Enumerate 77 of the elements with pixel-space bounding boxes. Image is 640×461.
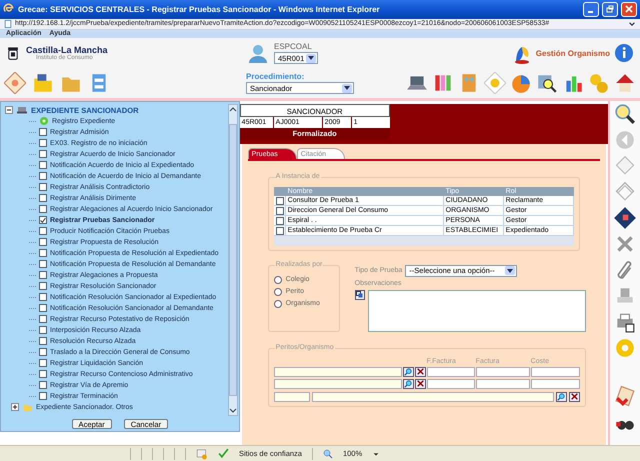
input-field[interactable] — [274, 378, 402, 389]
checkbox[interactable] — [39, 183, 47, 192]
window-title: Grecae: SERVICIOS CENTRALES - Registrar Pruebas Sancionador - Windows Internet Explorer — [18, 4, 381, 14]
logo-title: Castilla-La Mancha — [26, 45, 108, 56]
input-field[interactable] — [426, 366, 475, 377]
expand-button[interactable] — [354, 290, 365, 300]
observations-field[interactable] — [368, 290, 586, 332]
clear-button[interactable] — [568, 392, 580, 402]
checkbox[interactable] — [39, 194, 47, 202]
caret-icon — [507, 268, 514, 273]
checkbox[interactable] — [276, 196, 284, 205]
caret-icon[interactable] — [228, 406, 237, 415]
user-name: ESPCOAL — [274, 42, 313, 52]
checkbox[interactable] — [39, 293, 47, 302]
checkbox[interactable] — [39, 304, 47, 312]
input-field[interactable] — [312, 392, 554, 402]
clear-button[interactable] — [414, 366, 426, 377]
column-header — [274, 186, 286, 196]
checkbox[interactable] — [276, 226, 284, 235]
checkbox[interactable] — [39, 216, 47, 224]
dropdown-icon — [628, 20, 636, 28]
checkbox[interactable] — [39, 161, 47, 170]
caret-icon — [344, 86, 350, 90]
house-icon[interactable] — [614, 72, 636, 94]
checkbox[interactable] — [39, 337, 47, 346]
computer-icon — [16, 105, 28, 116]
checkbox[interactable] — [39, 381, 47, 390]
checkbox[interactable] — [39, 348, 47, 356]
checkbox[interactable] — [39, 326, 47, 334]
folder-icon[interactable] — [32, 72, 54, 94]
checkbox[interactable] — [39, 392, 47, 400]
expand-icon[interactable] — [11, 403, 19, 412]
checkbox[interactable] — [39, 128, 47, 136]
search-button[interactable] — [556, 392, 567, 402]
checkbox[interactable] — [276, 206, 284, 215]
checkbox[interactable] — [39, 359, 47, 368]
restore-icon — [606, 5, 614, 14]
input-field[interactable] — [530, 366, 580, 377]
folder-icon — [22, 402, 33, 412]
collapse-icon[interactable] — [5, 106, 13, 114]
checkbox[interactable] — [39, 139, 47, 148]
close-button[interactable] — [621, 2, 637, 17]
input-field[interactable] — [274, 392, 310, 402]
info-icon — [614, 43, 634, 64]
close-icon — [625, 5, 633, 14]
checkbox[interactable] — [39, 150, 47, 158]
checkbox[interactable] — [39, 260, 47, 268]
checkbox[interactable] — [39, 282, 47, 290]
checkbox[interactable] — [39, 238, 47, 246]
checkbox[interactable] — [39, 249, 47, 258]
input-field[interactable] — [530, 378, 580, 389]
checkbox[interactable] — [39, 315, 47, 324]
lock-icon — [196, 448, 208, 460]
search-button[interactable] — [402, 366, 414, 377]
input-field[interactable] — [476, 378, 530, 389]
checkbox[interactable] — [39, 172, 47, 180]
input-field[interactable] — [426, 378, 475, 389]
page-icon — [4, 20, 12, 28]
checkbox[interactable] — [39, 271, 47, 280]
procedure-label: Procedimiento: — [246, 72, 306, 82]
input-field[interactable] — [476, 366, 530, 377]
minimize-button[interactable] — [583, 2, 599, 17]
search-icon[interactable] — [614, 102, 636, 125]
search-button[interactable] — [402, 378, 414, 389]
zoom-icon — [322, 448, 333, 459]
checkbox[interactable] — [39, 205, 47, 214]
restore-button[interactable] — [602, 2, 618, 17]
check-icon — [218, 448, 229, 460]
checkbox[interactable] — [39, 227, 47, 236]
checkbox[interactable] — [39, 370, 47, 378]
input-field[interactable] — [274, 366, 402, 377]
organism-link[interactable]: Gestión Organismo — [536, 48, 610, 58]
caret-icon[interactable] — [228, 104, 237, 113]
clear-button[interactable] — [414, 378, 426, 389]
caret-icon — [308, 56, 314, 60]
checkbox[interactable] — [276, 216, 284, 225]
scrollbar[interactable] — [228, 104, 238, 416]
